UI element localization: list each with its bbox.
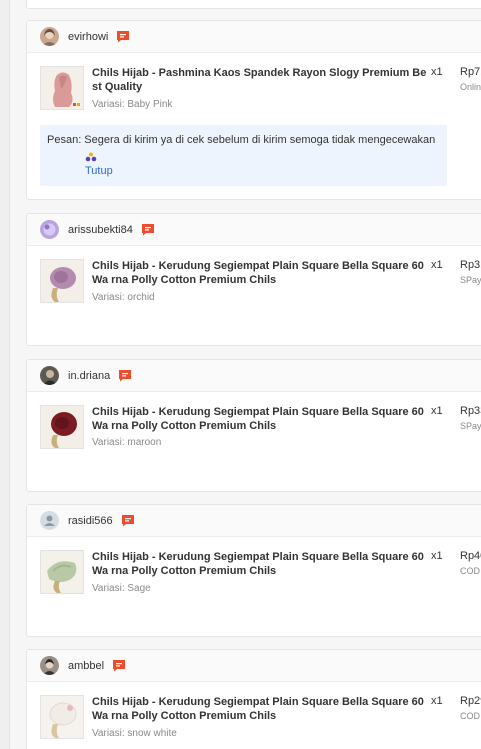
order-item: Chils Hijab - Kerudung Segiempat Plain S… [27, 246, 481, 306]
avatar[interactable] [40, 656, 59, 675]
product-variant: Variasi: Baby Pink [92, 99, 173, 110]
quantity: x1 [431, 550, 443, 562]
order-card-header: ambbel [27, 650, 481, 682]
chat-icon[interactable] [112, 659, 126, 672]
order-item: Chils Hijab - Pashmina Kaos Spandek Rayo… [27, 53, 481, 113]
order-item: Chils Hijab - Kerudung Segiempat Plain S… [27, 682, 481, 742]
quantity: x1 [431, 405, 443, 417]
product-name[interactable]: Chils Hijab - Kerudung Segiempat Plain S… [92, 259, 427, 287]
payment-method: Onlin [460, 82, 481, 92]
product-variant: Variasi: Sage [92, 583, 151, 594]
avatar[interactable] [40, 511, 59, 530]
payment-method: SPay [460, 421, 481, 431]
product-thumbnail[interactable] [40, 695, 84, 739]
order-price: Rp71 [460, 66, 481, 78]
buyer-username[interactable]: ambbel [68, 660, 104, 672]
quantity: x1 [431, 259, 443, 271]
product-thumbnail[interactable] [40, 405, 84, 449]
hands-icon [85, 152, 97, 162]
product-thumbnail[interactable] [40, 259, 84, 303]
left-sidebar-edge [0, 0, 10, 749]
order-card: rasidi566 Chils Hijab - Kerudung Segiemp… [26, 504, 481, 637]
product-name[interactable]: Chils Hijab - Kerudung Segiempat Plain S… [92, 550, 427, 578]
order-price: Rp40 [460, 550, 481, 562]
order-card-header: evirhowi [27, 21, 481, 53]
buyer-note-text: Pesan: Segera di kirim ya di cek sebelum… [47, 134, 436, 146]
product-name[interactable]: Chils Hijab - Kerudung Segiempat Plain S… [92, 695, 427, 723]
order-item: Chils Hijab - Kerudung Segiempat Plain S… [27, 537, 481, 597]
order-card-header: arissubekti84 [27, 214, 481, 246]
product-thumbnail[interactable] [40, 550, 84, 594]
avatar[interactable] [40, 27, 59, 46]
product-variant: Variasi: snow white [92, 728, 177, 739]
collapse-note-link[interactable]: Tutup [85, 165, 113, 177]
product-thumbnail[interactable] [40, 66, 84, 110]
product-name[interactable]: Chils Hijab - Pashmina Kaos Spandek Rayo… [92, 66, 427, 94]
product-variant: Variasi: orchid [92, 292, 155, 303]
previous-order-card-edge [26, 0, 481, 9]
chat-icon[interactable] [141, 223, 155, 236]
order-item: Chils Hijab - Kerudung Segiempat Plain S… [27, 392, 481, 452]
buyer-username[interactable]: arissubekti84 [68, 224, 133, 236]
chat-icon[interactable] [116, 30, 130, 43]
payment-method: COD [460, 566, 480, 576]
avatar[interactable] [40, 366, 59, 385]
order-price: Rp31 [460, 259, 481, 271]
order-card: ambbel Chils Hijab - Kerudung Segiempat … [26, 649, 481, 749]
chat-icon[interactable] [121, 514, 135, 527]
order-card-header: in.driana [27, 360, 481, 392]
product-name[interactable]: Chils Hijab - Kerudung Segiempat Plain S… [92, 405, 427, 433]
quantity: x1 [431, 695, 443, 707]
buyer-username[interactable]: rasidi566 [68, 515, 113, 527]
order-card: evirhowi Chils Hijab - Pashmina Kaos Spa… [26, 20, 481, 200]
order-price: Rp29 [460, 695, 481, 707]
quantity: x1 [431, 66, 443, 78]
buyer-username[interactable]: in.driana [68, 370, 110, 382]
product-variant: Variasi: maroon [92, 437, 162, 448]
order-card-header: rasidi566 [27, 505, 481, 537]
order-list-page: evirhowi Chils Hijab - Pashmina Kaos Spa… [0, 0, 481, 749]
avatar[interactable] [40, 220, 59, 239]
chat-icon[interactable] [118, 369, 132, 382]
order-card: in.driana Chils Hijab - Kerudung Segiemp… [26, 359, 481, 492]
buyer-note: Pesan: Segera di kirim ya di cek sebelum… [40, 125, 447, 186]
order-card: arissubekti84 Chils Hijab - Kerudung Seg… [26, 213, 481, 346]
buyer-username[interactable]: evirhowi [68, 31, 108, 43]
order-price: Rp33 [460, 405, 481, 417]
payment-method: COD [460, 711, 480, 721]
payment-method: SPay [460, 275, 481, 285]
